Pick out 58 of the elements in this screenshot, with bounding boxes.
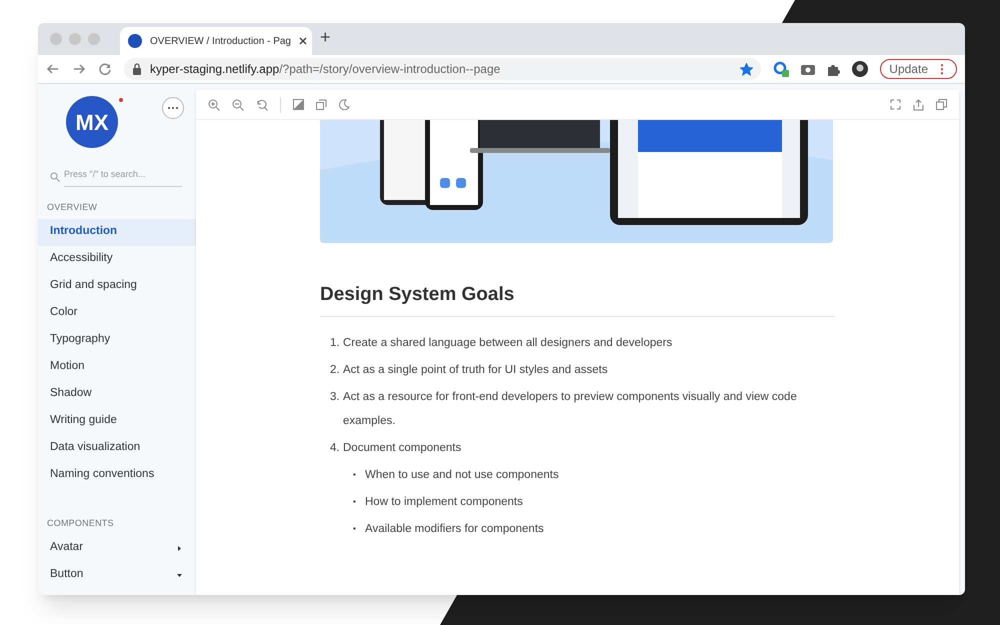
search-field[interactable]: Press "/" to search... [64,168,182,186]
tab-title: OVERVIEW / Introduction - Pag [150,34,291,48]
sidebar-item[interactable]: Writing guide [38,408,196,434]
more-button[interactable] [162,97,184,119]
list-item-text: Act as a single point of truth for UI styles and assets [343,362,608,378]
list-item-text: When to use and not use components [365,468,559,482]
camera-icon[interactable] [801,63,816,75]
back-icon[interactable] [46,62,60,76]
bullet: ▪ [353,496,357,508]
site-logo-icon [128,34,142,48]
list-item-text: How to implement components [365,494,523,510]
sidebar-item[interactable]: Grid and spacing [38,272,196,300]
sidebar-item[interactable]: Naming conventions [38,462,196,488]
list-item-text: Available modifiers for components [365,522,544,536]
sidebar-item[interactable]: Typography [38,326,196,354]
sidebar-item[interactable]: Motion [38,354,196,380]
list-number: 3. [330,390,341,404]
address-bar[interactable]: kyper-staging.netlify.app/?path=/story/overview-introduction--page [124,58,762,80]
section-title: COMPONENTS [46,516,115,530]
fullscreen-icon[interactable] [890,99,901,110]
zoom-in-icon[interactable] [208,98,220,110]
reset-zoom-icon[interactable] [256,98,268,110]
share-icon[interactable] [913,98,924,110]
profile-avatar-icon[interactable] [852,61,868,77]
sidebar-item[interactable]: Data visualization [38,434,196,462]
list-number: 4. [330,440,341,456]
browser-tab[interactable]: OVERVIEW / Introduction - Pag [120,27,312,55]
zoom-out-icon[interactable] [232,98,244,110]
list-item-text: Document components [343,440,462,456]
mx-logo[interactable]: MX [66,96,118,148]
sidebar-item[interactable]: Accessibility [38,246,196,272]
list-item-text: Create a shared language between all designers and developers [343,336,672,350]
extension-icon[interactable] [773,61,790,77]
list-item-text: Act as a resource for front-end developers to preview components visually and view code examples. [343,390,798,428]
bookmark-star-icon[interactable] [740,62,754,76]
sidebar-item[interactable]: Avatar [38,534,196,562]
section-title: OVERVIEW [46,200,98,214]
sidebar-item[interactable]: Color [38,300,196,326]
reload-icon[interactable] [98,62,112,76]
sidebar-item[interactable]: Button [38,562,196,588]
update-button[interactable]: Update ⋮ [880,59,957,79]
moon-icon[interactable] [339,99,350,110]
list-number: 1. [330,336,341,350]
bullet: ▪ [353,522,357,534]
copy-icon[interactable] [936,99,947,110]
search-icon [50,172,60,182]
lock-icon [132,63,142,75]
new-tab-button[interactable]: + [320,24,331,51]
forward-icon[interactable] [72,62,86,76]
bullet: ▪ [353,468,357,480]
section-heading: Design System Goals [320,281,835,316]
background-toggle-icon[interactable] [293,99,304,110]
puzzle-icon[interactable] [827,62,840,76]
sidebar-item[interactable]: Introduction [38,218,196,246]
list-number: 2. [330,362,341,378]
sidebar-item[interactable]: Shadow [38,380,196,408]
url-text: kyper-staging.netlify.app/?path=/story/overview-introduction--page [150,61,502,78]
close-icon[interactable] [299,37,307,45]
